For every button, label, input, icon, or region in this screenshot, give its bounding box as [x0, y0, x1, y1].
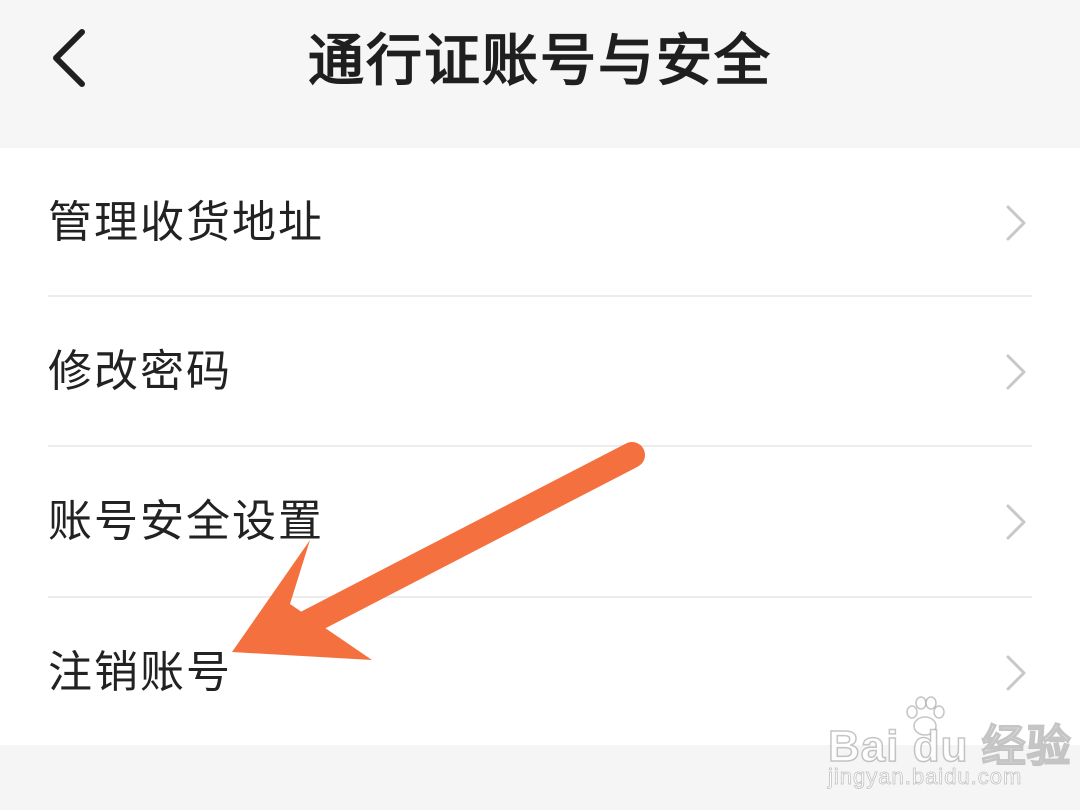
menu-item-change-password[interactable]: 修改密码 [0, 297, 1080, 447]
settings-list: 管理收货地址 修改密码 账号安全设置 注销账号 [0, 148, 1080, 745]
menu-item-delete-account[interactable]: 注销账号 [0, 598, 1080, 748]
menu-item-label: 管理收货地址 [48, 197, 324, 248]
menu-item-manage-address[interactable]: 管理收货地址 [0, 148, 1080, 298]
menu-item-label: 修改密码 [48, 346, 232, 397]
menu-item-label: 账号安全设置 [48, 496, 324, 547]
page-title: 通行证账号与安全 [308, 29, 772, 94]
watermark-url: jingyan.baidu.com [828, 764, 1023, 790]
chevron-right-icon [1006, 205, 1026, 241]
chevron-right-icon [1006, 655, 1026, 691]
account-security-page: 通行证账号与安全 管理收货地址 修改密码 账号安全设置 注销账号 Bai du … [0, 0, 1080, 810]
menu-item-label: 注销账号 [48, 647, 232, 698]
chevron-right-icon [1006, 354, 1026, 390]
top-bar: 通行证账号与安全 [0, 0, 1080, 148]
chevron-right-icon [1006, 504, 1026, 540]
menu-item-account-security-settings[interactable]: 账号安全设置 [0, 447, 1080, 597]
